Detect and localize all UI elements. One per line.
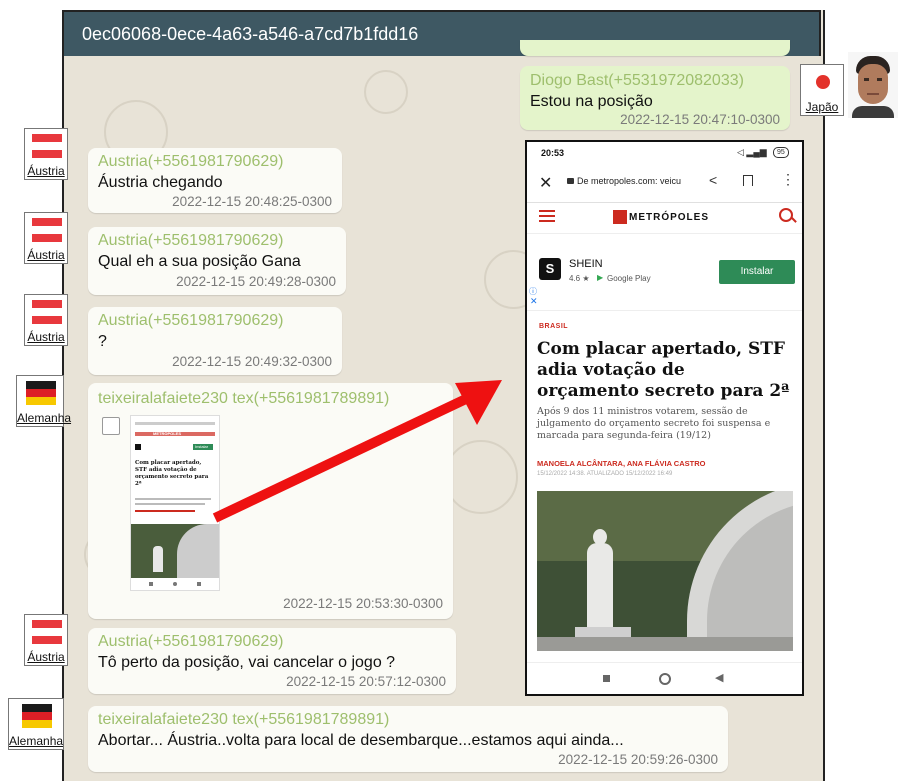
message-timestamp: 2022-12-15 20:53:30-0300 xyxy=(283,596,443,611)
wallpaper-doodle xyxy=(364,70,408,114)
signal-icon: ◁ ▂▄▆ xyxy=(737,147,767,157)
message-text: Tô perto da posição, vai cancelar o jogo… xyxy=(98,654,396,671)
avatar-austria[interactable]: Áustria xyxy=(24,128,68,180)
avatar-label: Alemanha xyxy=(9,734,64,748)
message-sender: Austria(+5561981790629) xyxy=(98,633,284,650)
battery-icon: 95 xyxy=(773,147,789,158)
bookmark-icon[interactable] xyxy=(743,175,753,186)
close-icon[interactable]: ✕ xyxy=(539,173,552,193)
wallpaper-doodle xyxy=(444,440,518,514)
message-timestamp: 2022-12-15 20:57:12-0300 xyxy=(286,674,446,689)
message-timestamp: 2022-12-15 20:49:28-0300 xyxy=(176,274,336,289)
phone-screenshot: 20:53 ◁ ▂▄▆ 95 ✕ De metropoles.com: veic… xyxy=(525,140,804,696)
menu-dots-icon[interactable]: ⋮ xyxy=(781,171,795,188)
article-headline[interactable]: Com placar apertado, STF adia votação de… xyxy=(537,339,792,402)
article-section[interactable]: BRASIL xyxy=(539,323,568,330)
message-text: Estou na posição xyxy=(530,93,653,110)
austria-flag-icon xyxy=(32,300,62,324)
android-nav-bar: ◀ xyxy=(527,662,802,694)
avatar-austria[interactable]: Áustria xyxy=(24,614,68,666)
germany-flag-icon xyxy=(26,381,56,405)
install-label: Instalar xyxy=(740,266,774,277)
hamburger-icon[interactable] xyxy=(539,210,555,222)
avatar-label: Japão xyxy=(805,100,839,114)
message-text: Áustria chegando xyxy=(98,174,223,191)
back-icon[interactable]: ◀ xyxy=(715,671,723,684)
message-timestamp: 2022-12-15 20:48:25-0300 xyxy=(172,194,332,209)
avatar-label: Áustria xyxy=(27,248,65,262)
avatar-austria[interactable]: Áustria xyxy=(24,294,68,346)
share-icon[interactable]: < xyxy=(709,172,717,188)
message-timestamp: 2022-12-15 20:49:32-0300 xyxy=(172,354,332,369)
battery-level: 95 xyxy=(777,149,785,156)
japan-flag-icon xyxy=(808,70,838,94)
message-text: Abortar... Áustria..volta para local de … xyxy=(98,732,624,749)
article: BRASIL Com placar apertado, STF adia vot… xyxy=(527,310,802,651)
user-photo xyxy=(848,52,898,118)
austria-flag-icon xyxy=(32,620,62,644)
message-bubble: teixeiralafaiete230 tex(+5561981789891) … xyxy=(88,706,728,772)
thumbnail-install: Instalar xyxy=(195,444,209,449)
install-button[interactable]: Instalar xyxy=(719,260,795,284)
message-bubble: Diogo Bast(+5531972082033) Estou na posi… xyxy=(520,66,790,130)
avatar-label: Áustria xyxy=(27,650,65,664)
ad-store: Google Play xyxy=(607,274,651,283)
message-timestamp: 2022-12-15 20:47:10-0300 xyxy=(620,112,780,127)
thumbnail-headline: Com placar apertado, STF adia votação de… xyxy=(135,460,209,487)
chat-title: 0ec06068-0ece-4a63-a546-a7cd7b1fdd16 xyxy=(82,24,419,44)
status-bar: 20:53 ◁ ▂▄▆ 95 xyxy=(527,142,802,164)
avatar-japao[interactable]: Japão xyxy=(800,64,844,116)
message-sender: teixeiralafaiete230 tex(+5561981789891) xyxy=(98,390,390,407)
status-time: 20:53 xyxy=(541,148,565,158)
article-authors[interactable]: MANOELA ALCÂNTARA, ANA FLÁVIA CASTRO xyxy=(537,459,705,468)
ad-badge: S xyxy=(545,261,555,276)
select-checkbox[interactable] xyxy=(102,417,120,435)
avatar-label: Áustria xyxy=(27,164,65,178)
home-icon[interactable] xyxy=(659,673,671,685)
article-photo[interactable] xyxy=(537,491,793,651)
message-sender: Austria(+5561981790629) xyxy=(98,232,284,249)
thumbnail-site-name: METRÓPOLES xyxy=(153,431,182,436)
message-bubble: Austria(+5561981790629) Qual eh a sua po… xyxy=(88,227,346,295)
ad-rating: 4.6 ★ xyxy=(569,274,590,283)
browser-bar: ✕ De metropoles.com: veicu < ⋮ xyxy=(527,164,802,203)
metropoles-logo-icon xyxy=(613,210,627,224)
avatar-alemanha[interactable]: Alemanha xyxy=(16,375,72,427)
avatar-label: Áustria xyxy=(27,330,65,344)
austria-flag-icon xyxy=(32,218,62,242)
recent-apps-icon[interactable] xyxy=(603,675,610,682)
message-sender: Austria(+5561981790629) xyxy=(98,312,284,329)
avatar-alemanha[interactable]: Alemanha xyxy=(8,698,64,750)
ad-close-icon[interactable]: ✕ xyxy=(530,296,538,307)
message-text: ? xyxy=(98,333,107,350)
message-text: Qual eh a sua posição Gana xyxy=(98,253,301,270)
message-sender: Austria(+5561981790629) xyxy=(98,153,284,170)
message-sender: Diogo Bast(+5531972082033) xyxy=(530,72,744,89)
shein-logo-icon: S xyxy=(539,258,561,280)
google-play-icon: ▶ xyxy=(597,273,604,282)
austria-flag-icon xyxy=(32,134,62,158)
article-summary: Após 9 dos 11 ministros votarem, sessão … xyxy=(537,406,771,441)
avatar-austria[interactable]: Áustria xyxy=(24,212,68,264)
search-icon[interactable] xyxy=(779,208,793,222)
image-thumbnail[interactable]: METRÓPOLES Instalar Com placar apertado,… xyxy=(130,415,220,591)
site-name: METRÓPOLES xyxy=(629,212,710,223)
message-bubble: Austria(+5561981790629) Tô perto da posi… xyxy=(88,628,456,694)
message-bubble-image: teixeiralafaiete230 tex(+5561981789891) … xyxy=(88,383,453,619)
lock-icon xyxy=(567,178,574,184)
message-bubble-partial xyxy=(520,40,790,56)
article-dateline: 15/12/2022 14:38. ATUALIZADO 15/12/2022 … xyxy=(537,471,673,477)
ad-brand: SHEIN xyxy=(569,258,603,270)
message-bubble: Austria(+5561981790629) Áustria chegando… xyxy=(88,148,342,213)
browser-url[interactable]: De metropoles.com: veicu xyxy=(577,176,685,186)
message-bubble: Austria(+5561981790629) ? 2022-12-15 20:… xyxy=(88,307,342,375)
avatar-label: Alemanha xyxy=(17,411,72,425)
ad-banner: S SHEIN 4.6 ★ ▶ Google Play Instalar ⓘ ✕ xyxy=(527,252,802,307)
site-header: METRÓPOLES xyxy=(527,203,802,234)
germany-flag-icon xyxy=(22,704,52,728)
message-timestamp: 2022-12-15 20:59:26-0300 xyxy=(558,752,718,767)
message-sender: teixeiralafaiete230 tex(+5561981789891) xyxy=(98,711,390,728)
